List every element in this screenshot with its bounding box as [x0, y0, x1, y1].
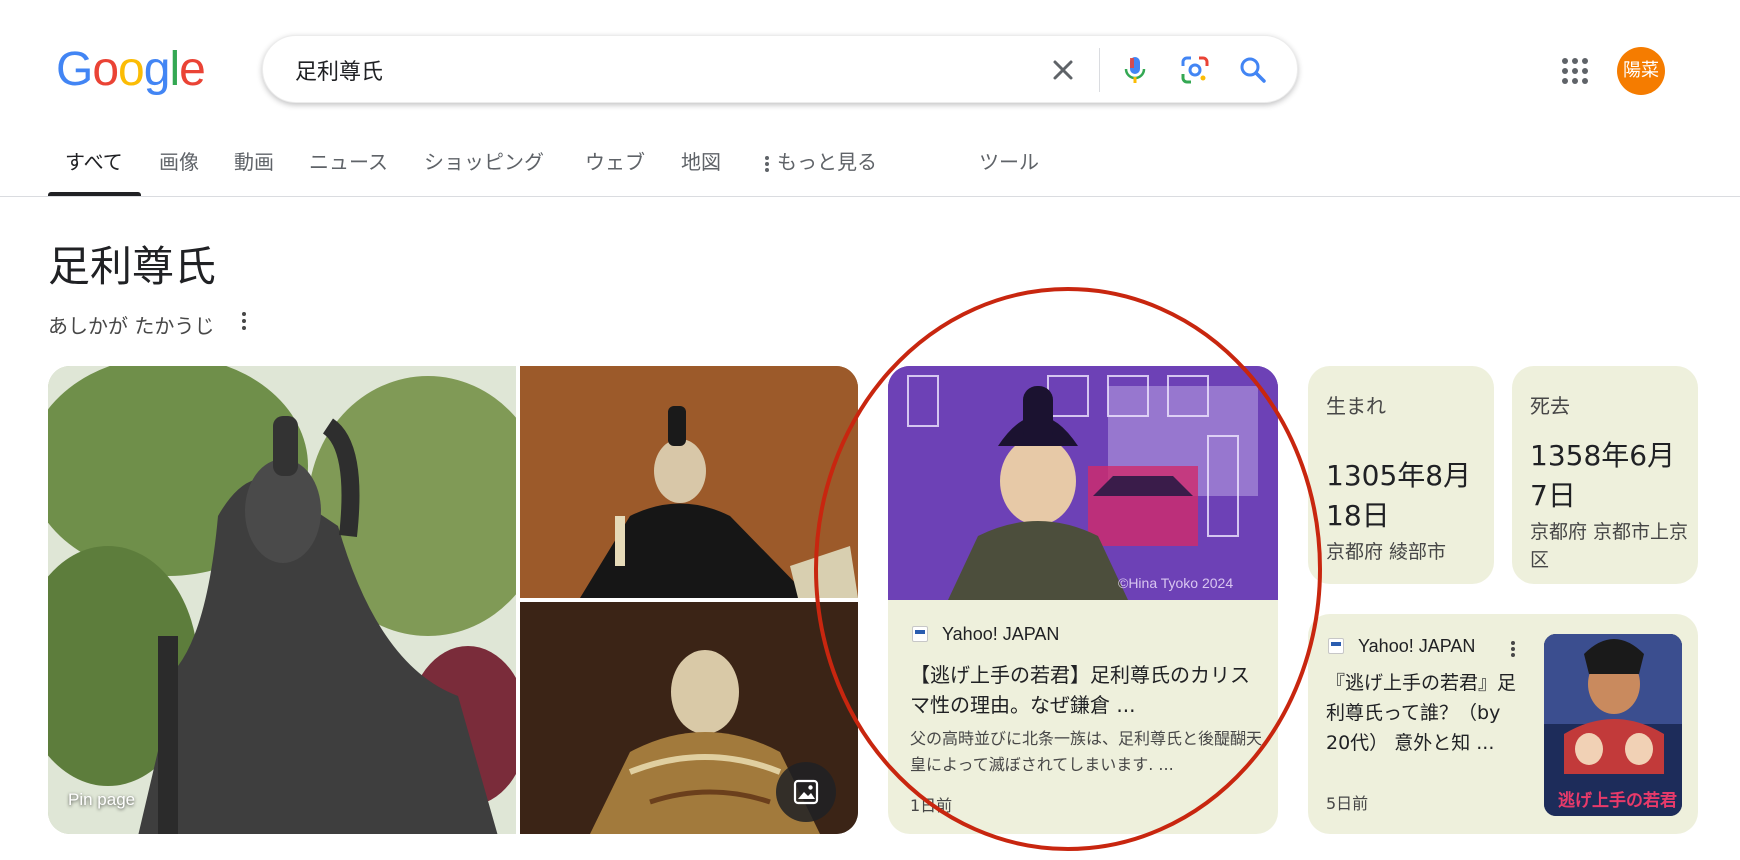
news-thumbnail: 逃げ上手の若君 [1544, 634, 1682, 816]
tab-maps[interactable]: 地図 [664, 140, 738, 196]
died-place: 京都府 京都市上京区 [1530, 521, 1689, 571]
born-place: 京都府 綾部市 [1326, 541, 1447, 563]
image-gallery: Pin page [48, 366, 858, 834]
news-title[interactable]: 【逃げ上手の若君】足利尊氏のカリスマ性の理由。なぜ鎌倉 ... [910, 660, 1260, 720]
lens-icon[interactable] [1179, 54, 1211, 86]
avatar[interactable]: 陽菜 [1617, 47, 1665, 95]
search-input[interactable] [293, 54, 993, 86]
born-card[interactable]: 生まれ 1305年8月18日 京都府 綾部市 [1308, 366, 1494, 584]
tab-more-label: もっと見る [777, 150, 877, 174]
tab-shopping[interactable]: ショッピング [407, 140, 561, 196]
logo-letter: e [179, 43, 206, 96]
born-date: 1305年8月18日 [1326, 459, 1472, 532]
news-card-1[interactable]: ©Hina Tyoko 2024 Yahoo! JAPAN 【逃げ上手の若君】足… [888, 366, 1278, 834]
born-label: 生まれ [1326, 394, 1386, 418]
more-vert-icon[interactable] [1510, 640, 1516, 658]
news-source: Yahoo! JAPAN [942, 624, 1060, 644]
more-vert-icon[interactable] [240, 310, 248, 332]
image-search-button[interactable] [776, 762, 836, 822]
news-source: Yahoo! JAPAN [1358, 636, 1476, 656]
news-time: 5日前 [1326, 794, 1369, 813]
thumb-title-text: 逃げ上手の若君 [1558, 790, 1677, 811]
clear-icon[interactable] [1047, 54, 1079, 86]
logo-letter: g [143, 43, 171, 96]
logo-letter: G [56, 43, 93, 96]
died-card[interactable]: 死去 1358年6月7日 京都府 京都市上京区 [1512, 366, 1698, 584]
tabs-divider [0, 196, 1740, 197]
tab-more[interactable]: もっと見る [748, 140, 894, 196]
logo-letter: o [118, 43, 145, 96]
mic-icon[interactable] [1119, 54, 1151, 86]
pin-page-label[interactable]: Pin page [68, 790, 135, 810]
search-icon[interactable] [1237, 54, 1269, 86]
tab-web[interactable]: ウェブ [568, 140, 662, 196]
more-vert-icon [765, 155, 769, 172]
image-watermark: ©Hina Tyoko 2024 [1118, 575, 1233, 591]
kp-reading: あしかが たかうじ [48, 314, 215, 338]
news-time: 1日前 [910, 796, 953, 815]
tab-news[interactable]: ニュース [292, 140, 405, 196]
statue-photo[interactable]: Pin page [48, 366, 516, 834]
died-date: 1358年6月7日 [1530, 439, 1676, 512]
news-title[interactable]: 『逃げ上手の若君』足利尊氏って誰？（by 20代） 意外と知 ... [1326, 668, 1522, 758]
tab-videos[interactable]: 動画 [217, 140, 291, 196]
search-box [262, 35, 1298, 103]
logo-letter: l [169, 43, 180, 96]
portrait-black-robe[interactable] [520, 366, 858, 598]
image-search-icon [793, 779, 819, 805]
apps-grid-icon[interactable] [1560, 56, 1590, 86]
kp-title: 足利尊氏 [48, 242, 217, 291]
tab-tools[interactable]: ツール [962, 140, 1056, 196]
tab-images[interactable]: 画像 [142, 140, 216, 196]
logo-letter: o [92, 43, 119, 96]
google-logo[interactable]: Google [56, 43, 206, 96]
news-card-2[interactable]: Yahoo! JAPAN 『逃げ上手の若君』足利尊氏って誰？（by 20代） 意… [1308, 614, 1698, 834]
yahoo-favicon-icon [912, 626, 928, 642]
news-card-1-image: ©Hina Tyoko 2024 [888, 366, 1278, 600]
search-divider [1099, 48, 1100, 92]
news-snippet: 父の高時並びに北条一族は、足利尊氏と後醍醐天皇によって滅ぼされてしまいます. .… [910, 729, 1263, 774]
yahoo-favicon-icon [1328, 638, 1344, 654]
tab-all[interactable]: すべて [48, 140, 141, 196]
died-label: 死去 [1530, 394, 1570, 418]
